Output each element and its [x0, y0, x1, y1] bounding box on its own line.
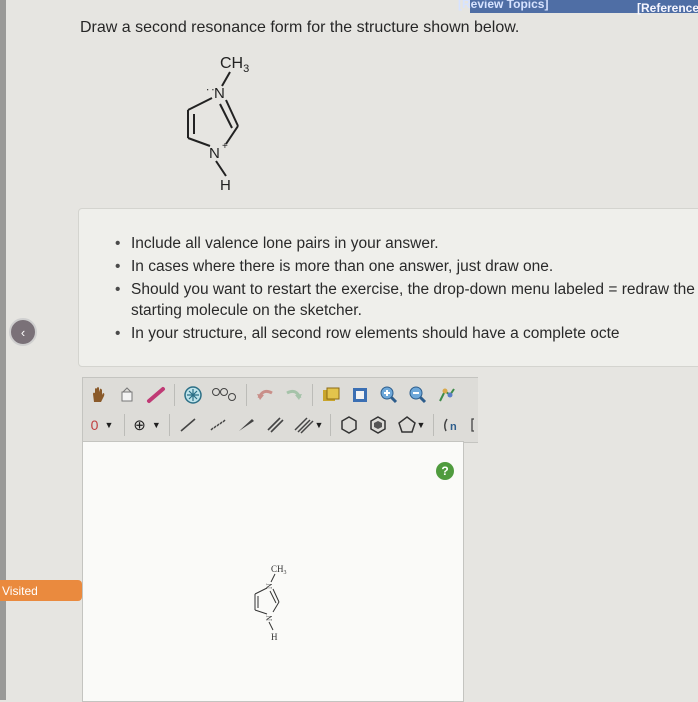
ring-template-icon[interactable] [180, 383, 206, 407]
plus-circle-icon: ⊕ [133, 417, 146, 434]
chevron-left-icon: ‹ [20, 324, 26, 340]
question-text: Draw a second resonance form for the str… [80, 19, 520, 36]
chevron-down-icon: ▼ [314, 420, 324, 430]
sketch-molecule[interactable]: CH3 N N H [243, 562, 303, 642]
toolbar-separator [330, 414, 331, 436]
zoom-out-icon[interactable] [405, 383, 431, 407]
instruction-item: In cases where there is more than one an… [115, 256, 698, 277]
review-topics-link[interactable]: [Review Topics] [458, 0, 548, 11]
lone-pair-1: : [204, 88, 218, 91]
copy-icon[interactable] [318, 383, 344, 407]
collapse-sidebar-button[interactable]: ‹ [9, 318, 37, 346]
wedge-bond-icon[interactable] [233, 413, 259, 437]
undo-icon[interactable] [252, 383, 278, 407]
svg-text:n: n [450, 421, 457, 433]
toolbar-separator [169, 414, 170, 436]
eraser-icon[interactable] [114, 383, 140, 407]
toolbar-separator [312, 384, 313, 406]
paste-icon[interactable] [347, 383, 373, 407]
instruction-item: Should you want to restart the exercise,… [115, 279, 698, 321]
references-link[interactable]: [References [637, 1, 698, 15]
sketcher-canvas[interactable]: ? CH3 N N H [82, 441, 464, 702]
chain-icon[interactable] [209, 383, 241, 407]
toolbar-separator [246, 384, 247, 406]
help-button[interactable]: ? [436, 462, 454, 480]
sketcher-toolbar: 0 ▼ ⊕ ▼ ▼ ▼ n [82, 377, 489, 443]
molecule-structure: CH3 N : N + H [170, 48, 280, 198]
instruction-item: Include all valence lone pairs in your a… [115, 233, 698, 254]
toolbar-separator [433, 414, 434, 436]
hand-icon[interactable] [85, 383, 111, 407]
chevron-down-icon: ▼ [151, 420, 161, 430]
double-bond-icon[interactable] [262, 413, 288, 437]
nitrogen-2-label: N [209, 145, 220, 162]
charge-value: 0 [90, 417, 99, 433]
hydrogen-label: H [220, 177, 231, 194]
sketch-hydrogen-label: H [271, 632, 278, 642]
benzene-icon[interactable] [365, 413, 391, 437]
sketch-nitrogen-2: N [265, 615, 274, 621]
chevron-down-icon: ▼ [104, 420, 114, 430]
instruction-item: In your structure, all second row elemen… [115, 323, 698, 344]
instructions-box: Include all valence lone pairs in your a… [78, 208, 698, 367]
sketch-methyl-label: CH3 [271, 564, 287, 576]
sgroup-icon[interactable]: n [439, 413, 465, 437]
toolbar-separator [174, 384, 175, 406]
clean-icon[interactable] [434, 383, 460, 407]
charge-selector[interactable]: 0 ▼ [85, 413, 119, 437]
redo-icon[interactable] [281, 383, 307, 407]
toolbar-separator [124, 414, 125, 436]
zoom-in-icon[interactable] [376, 383, 402, 407]
add-atom-selector[interactable]: ⊕ ▼ [130, 413, 164, 437]
right-empty-panel [478, 377, 698, 700]
hexagon-icon[interactable] [336, 413, 362, 437]
visited-badge[interactable]: Visited [0, 580, 82, 601]
methyl-label: CH3 [220, 55, 249, 75]
positive-charge: + [222, 141, 228, 152]
triple-bond-icon[interactable]: ▼ [291, 413, 325, 437]
chevron-down-icon: ▼ [416, 420, 426, 430]
pentagon-icon[interactable]: ▼ [394, 413, 428, 437]
hashed-bond-icon[interactable] [204, 413, 230, 437]
pencil-icon[interactable] [143, 383, 169, 407]
single-bond-icon[interactable] [175, 413, 201, 437]
